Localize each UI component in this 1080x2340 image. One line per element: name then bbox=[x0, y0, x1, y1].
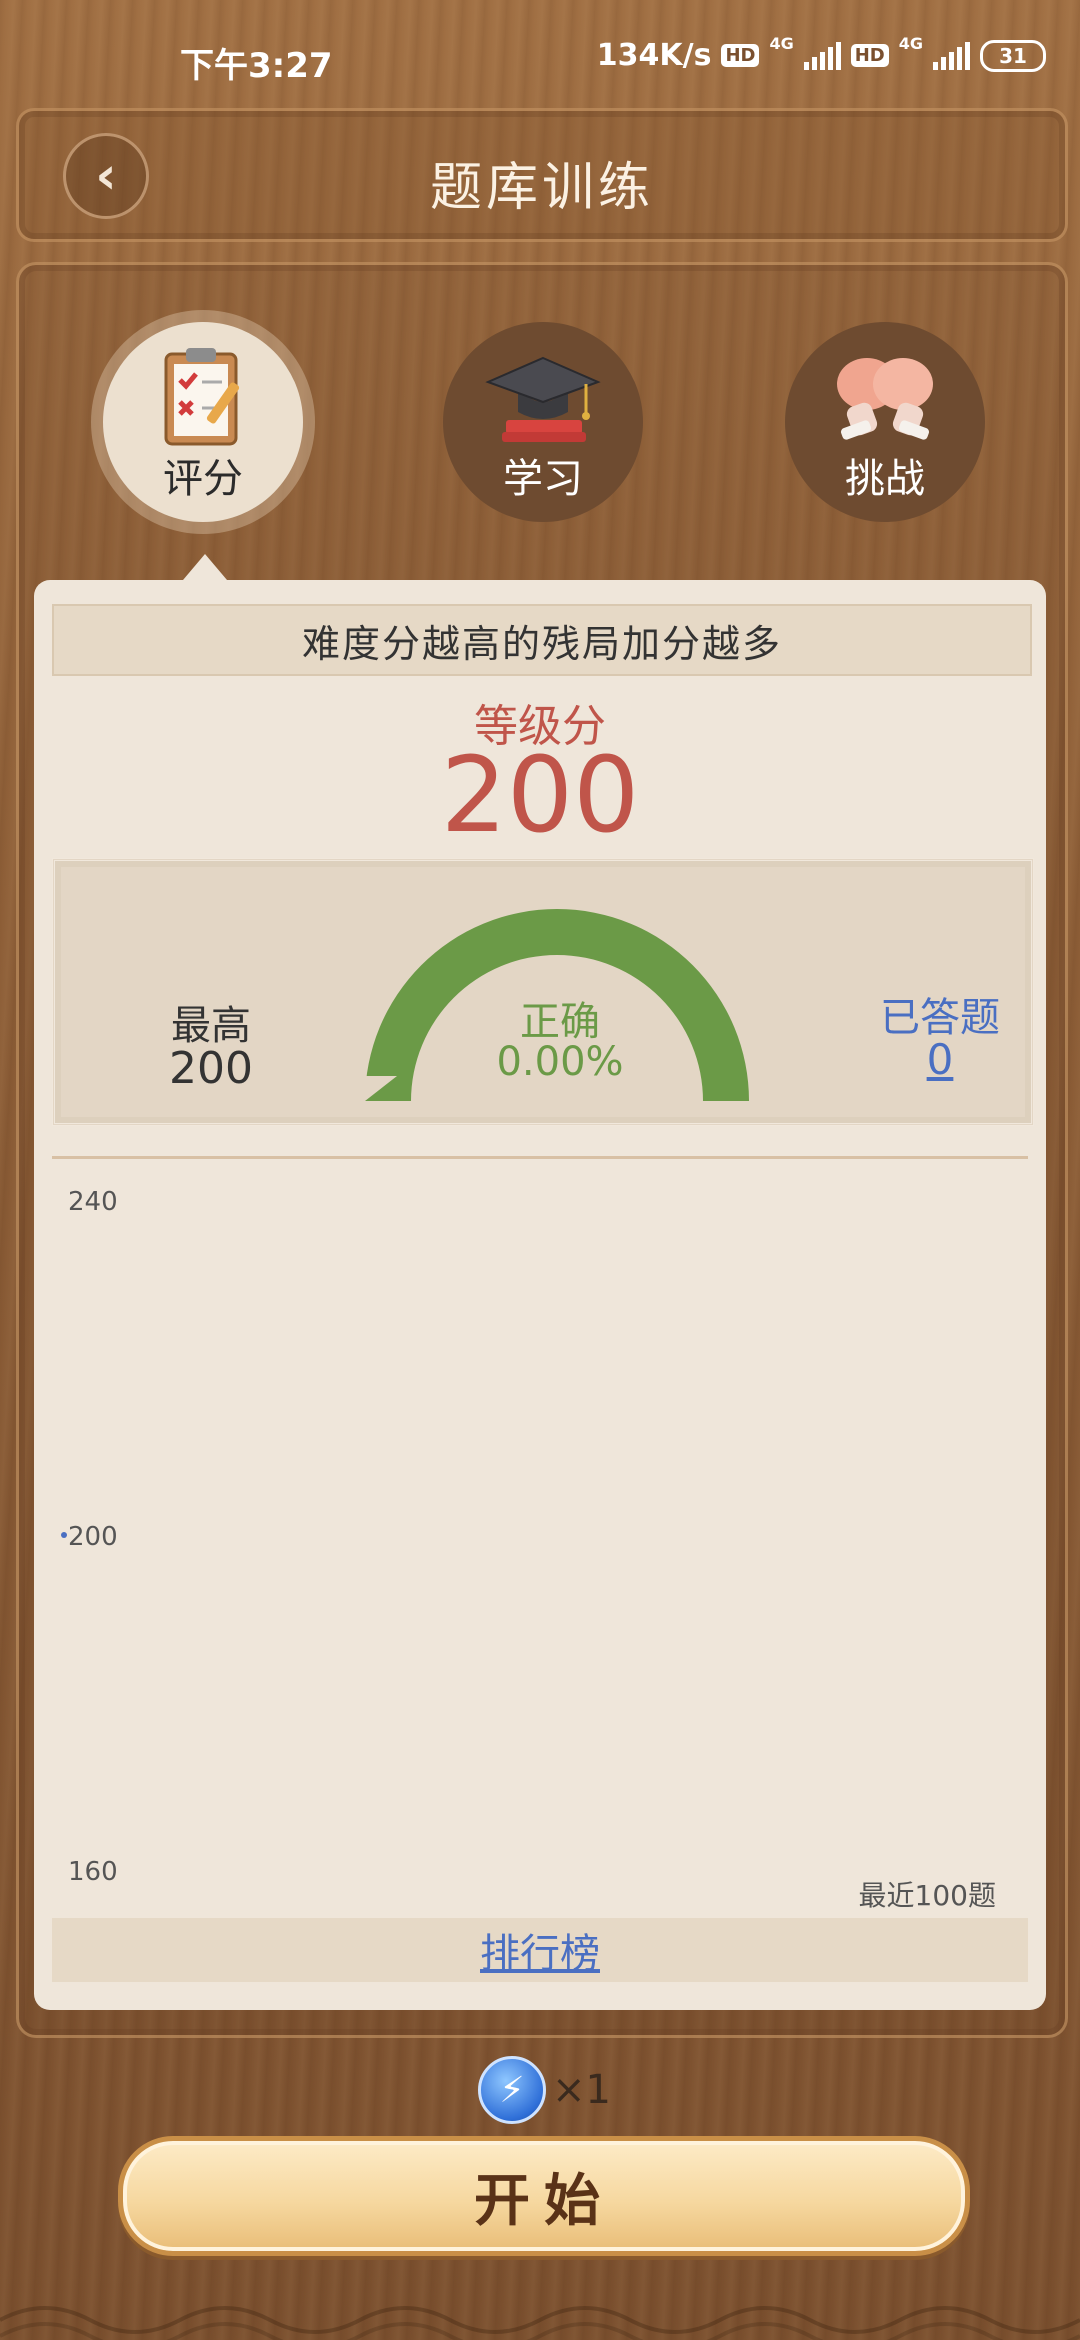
start-button[interactable]: 开始 bbox=[118, 2136, 970, 2256]
data-point bbox=[61, 1532, 67, 1538]
header-bar: ‹ 题库训练 bbox=[16, 108, 1068, 242]
network-type: 4G bbox=[769, 34, 794, 53]
status-indicators: 134K/s HD 4G HD 4G 31 bbox=[596, 34, 1046, 73]
divider bbox=[52, 1156, 1028, 1159]
correct-value: 0.00% bbox=[496, 1039, 624, 1085]
y-tick-label: 160 bbox=[68, 1857, 118, 1887]
tab-learn-label: 学习 bbox=[503, 456, 583, 502]
tab-learn[interactable]: 学习 bbox=[443, 322, 643, 522]
clipboard-icon bbox=[164, 348, 240, 446]
start-button-label: 开始 bbox=[474, 2167, 614, 2234]
best-value: 200 bbox=[169, 1043, 253, 1094]
tab-challenge[interactable]: 挑战 bbox=[785, 322, 985, 522]
stats-box: 最高 200 正确 0.00% 已答题 0 bbox=[52, 858, 1034, 1126]
status-bar: 下午3:27 134K/s HD 4G HD 4G 31 bbox=[0, 0, 1080, 110]
lightning-icon: ⚡ bbox=[478, 2056, 546, 2124]
leaderboard-link[interactable]: 排行榜 bbox=[480, 1921, 600, 1979]
graduation-cap-icon bbox=[485, 356, 601, 442]
tab-score-label: 评分 bbox=[163, 456, 243, 502]
energy-indicator: ⚡ ×1 bbox=[478, 2056, 611, 2124]
hd-badge-2: HD bbox=[850, 44, 889, 67]
hd-badge: HD bbox=[721, 44, 760, 67]
network-type-2: 4G bbox=[898, 34, 923, 53]
score-history-chart: 240 200 160 bbox=[61, 1187, 118, 1887]
page-title: 题库训练 bbox=[429, 158, 654, 218]
status-time: 下午3:27 bbox=[180, 46, 333, 86]
score-card: 难度分越高的残局加分越多 等级分 200 最高 200 正确 0.00% 已答题… bbox=[34, 580, 1046, 2010]
answered-count-link[interactable]: 0 bbox=[855, 1035, 1025, 1084]
arm-wrestle-icon bbox=[837, 358, 933, 440]
chart-note: 最近100题 bbox=[858, 1879, 996, 1912]
tab-challenge-label: 挑战 bbox=[845, 456, 925, 502]
network-speed: 134K/s bbox=[596, 38, 712, 73]
signal-icon-2 bbox=[933, 41, 970, 70]
battery-icon: 31 bbox=[980, 39, 1046, 72]
y-tick-label: 200 bbox=[68, 1522, 118, 1552]
tab-pointer bbox=[183, 554, 227, 580]
energy-count: ×1 bbox=[552, 2067, 611, 2113]
wave-decoration bbox=[0, 2306, 1080, 2340]
tab-score[interactable]: 评分 bbox=[103, 322, 303, 522]
signal-icon bbox=[803, 41, 841, 70]
leaderboard-bar: 排行榜 bbox=[52, 1918, 1028, 1982]
y-tick-label: 240 bbox=[68, 1187, 118, 1217]
level-score-value: 200 bbox=[440, 734, 640, 856]
hint-banner: 难度分越高的残局加分越多 bbox=[52, 604, 1032, 676]
